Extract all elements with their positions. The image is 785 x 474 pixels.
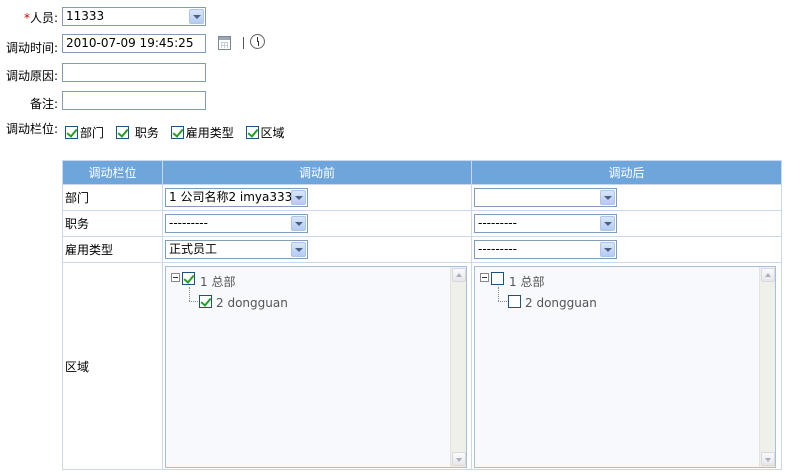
time-label: 调动时间: xyxy=(5,41,58,55)
tree-line xyxy=(189,287,190,301)
calendar-icon[interactable] xyxy=(218,36,231,50)
before-cell: 1 公司名称2 imya333 xyxy=(162,184,472,211)
collapse-icon[interactable] xyxy=(171,273,180,282)
chevron-down-icon[interactable] xyxy=(291,190,306,205)
chevron-down-icon[interactable] xyxy=(291,216,306,231)
checkbox-region-label: 区域 xyxy=(260,126,285,140)
chevron-down-icon[interactable] xyxy=(291,242,306,257)
checkbox-position[interactable] xyxy=(115,126,129,139)
column-header: 调动后 xyxy=(471,160,782,185)
after-cell: --------- xyxy=(471,210,782,237)
before-cell: 正式员工 xyxy=(162,236,472,263)
region-after-tree[interactable]: 1 总部 2 dongguan xyxy=(474,266,776,468)
table-row: 区域 1 总部 2 dongguan 1 总部 2 dongguan xyxy=(62,262,782,470)
tree-line xyxy=(498,287,499,301)
dept-after-select[interactable] xyxy=(474,188,617,207)
scroll-up-icon[interactable] xyxy=(452,268,466,282)
chevron-down-icon[interactable] xyxy=(600,242,615,257)
tree-checkbox-root[interactable] xyxy=(182,272,195,285)
checkbox-position-label: 职务 xyxy=(134,126,159,140)
after-cell: 1 总部 2 dongguan xyxy=(471,262,782,470)
table-row: 部门 1 公司名称2 imya333 xyxy=(62,184,782,211)
transfer-table: 调动栏位 调动前 调动后 部门 1 公司名称2 imya333 职务 -----… xyxy=(62,160,782,470)
employment-type-after-value: --------- xyxy=(478,242,517,256)
tree-line xyxy=(498,301,507,302)
checkbox-dept-label: 部门 xyxy=(80,126,105,140)
employment-type-before-select[interactable]: 正式员工 xyxy=(165,240,308,259)
tree-checkbox-child[interactable] xyxy=(199,295,212,308)
checkbox-employment-type-label: 雇用类型 xyxy=(185,126,234,140)
collapse-icon[interactable] xyxy=(480,273,489,282)
table-row: 雇用类型 正式员工 --------- xyxy=(62,236,782,263)
person-label: *人员: xyxy=(23,11,58,25)
person-select[interactable]: 11333 xyxy=(62,7,206,26)
table-row: 职务 --------- --------- xyxy=(62,210,782,237)
before-cell: 1 总部 2 dongguan xyxy=(162,262,472,470)
column-header: 调动栏位 xyxy=(62,160,163,185)
scroll-down-icon[interactable] xyxy=(452,452,466,466)
employment-type-after-select[interactable]: --------- xyxy=(474,240,617,259)
region-before-tree[interactable]: 1 总部 2 dongguan xyxy=(165,266,467,468)
time-input[interactable]: 2010-07-09 19:45:25 xyxy=(62,34,206,53)
tree-line xyxy=(189,301,198,302)
clock-icon[interactable] xyxy=(250,34,265,49)
checkbox-dept[interactable] xyxy=(65,126,78,139)
position-before-select[interactable]: --------- xyxy=(165,214,308,233)
dept-before-select[interactable]: 1 公司名称2 imya333 xyxy=(165,188,308,207)
tree-node-child-label[interactable]: 2 dongguan xyxy=(525,296,597,310)
chevron-down-icon[interactable] xyxy=(189,9,204,24)
position-after-value: --------- xyxy=(478,216,517,230)
column-options: 部门 职务 雇用类型 区域 xyxy=(65,124,293,141)
scroll-up-icon[interactable] xyxy=(761,268,775,282)
after-cell xyxy=(471,184,782,211)
row-label: 部门 xyxy=(62,184,163,211)
before-cell: --------- xyxy=(162,210,472,237)
tree-node-root-label[interactable]: 1 总部 xyxy=(509,273,544,290)
table-header-row: 调动栏位 调动前 调动后 xyxy=(62,160,782,185)
tree-checkbox-root[interactable] xyxy=(491,272,504,285)
after-cell: --------- xyxy=(471,236,782,263)
scrollbar[interactable] xyxy=(450,267,466,467)
divider xyxy=(243,37,244,49)
row-label: 职务 xyxy=(62,210,163,237)
position-before-value: --------- xyxy=(169,216,208,230)
reason-label: 调动原因: xyxy=(5,69,58,83)
chevron-down-icon[interactable] xyxy=(600,190,615,205)
row-label: 雇用类型 xyxy=(62,236,163,263)
tree-node-root-label[interactable]: 1 总部 xyxy=(200,273,235,290)
note-label: 备注: xyxy=(29,97,58,111)
dept-before-value: 1 公司名称2 imya333 xyxy=(169,190,293,204)
position-after-select[interactable]: --------- xyxy=(474,214,617,233)
note-input[interactable] xyxy=(62,91,206,110)
checkbox-region[interactable] xyxy=(245,126,259,139)
reason-input[interactable] xyxy=(62,63,206,82)
scroll-down-icon[interactable] xyxy=(761,452,775,466)
tree-checkbox-child[interactable] xyxy=(508,295,521,308)
tree-node-child-label[interactable]: 2 dongguan xyxy=(216,296,288,310)
chevron-down-icon[interactable] xyxy=(600,216,615,231)
columns-label: 调动栏位: xyxy=(5,122,58,136)
checkbox-employment-type[interactable] xyxy=(170,126,184,139)
person-select-value: 11333 xyxy=(66,9,105,23)
employment-type-before-value: 正式员工 xyxy=(169,242,218,256)
row-label: 区域 xyxy=(62,262,163,470)
column-header: 调动前 xyxy=(162,160,472,185)
scrollbar[interactable] xyxy=(759,267,775,467)
